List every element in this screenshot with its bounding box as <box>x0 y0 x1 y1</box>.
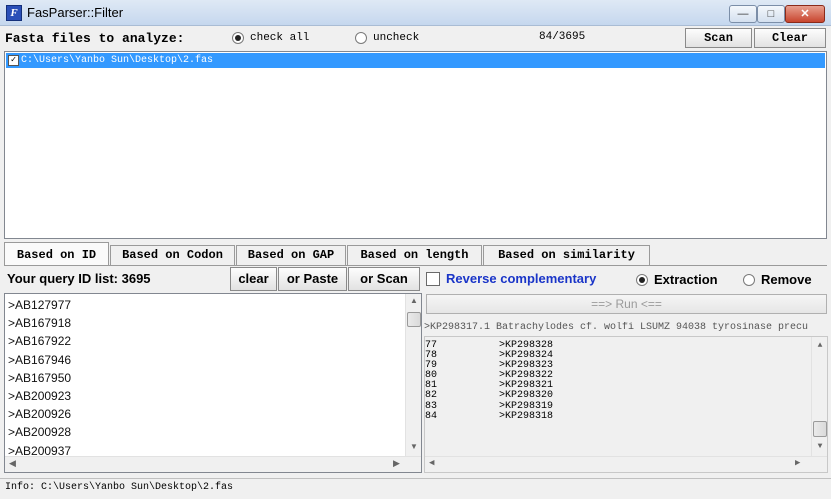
row-id: >KP298318 <box>499 410 554 422</box>
app-icon: F <box>6 5 22 21</box>
result-vscrollbar[interactable]: ▲ ▼ <box>811 337 827 456</box>
clear-ids-button[interactable]: clear <box>230 267 277 291</box>
table-row: 77 >KP298328 <box>425 340 805 351</box>
minimize-button[interactable]: — <box>729 5 757 23</box>
scroll-left-icon[interactable]: ◀ <box>9 458 16 469</box>
scroll-up-icon[interactable]: ▲ <box>406 294 422 308</box>
file-path: C:\Users\Yanbo Sun\Desktop\2.fas <box>21 55 214 66</box>
scrollbar-thumb[interactable] <box>407 312 421 327</box>
scroll-right-icon[interactable]: ▶ <box>795 458 800 468</box>
scroll-right-icon[interactable]: ▶ <box>393 458 400 469</box>
scroll-down-icon[interactable]: ▼ <box>406 440 422 454</box>
result-rows: 77 >KP298328 78 >KP298324 79 >KP298323 80 >K… <box>425 340 805 422</box>
file-list-item[interactable]: ✓ C:\Users\Yanbo Sun\Desktop\2.fas <box>6 53 825 68</box>
query-id-count-label: Your query ID list: 3695 <box>7 271 151 286</box>
table-row: 81 >KP298321 <box>425 381 805 391</box>
close-button[interactable]: ✕ <box>785 5 825 23</box>
scrollbar-thumb[interactable] <box>813 421 827 437</box>
uncheck-radio[interactable]: uncheck <box>355 32 419 44</box>
tab-based-on-id[interactable]: Based on ID <box>4 242 109 266</box>
table-row: 80 >KP298322 <box>425 371 805 381</box>
id-list-vscrollbar[interactable]: ▲ ▼ <box>405 294 421 456</box>
reverse-complementary-label: Reverse complementary <box>446 271 597 286</box>
reverse-complementary-checkbox[interactable]: Reverse complementary <box>426 271 596 286</box>
tab-divider <box>4 265 827 266</box>
radio-unchecked-icon <box>355 32 367 44</box>
table-row: 78 >KP298324 <box>425 350 805 361</box>
fasta-files-label: Fasta files to analyze: <box>5 31 185 46</box>
extraction-radio[interactable]: Extraction <box>636 272 718 287</box>
check-all-label: check all <box>250 32 310 44</box>
id-items: >AB127977 >AB167918 >AB167922 >AB167946 … <box>8 296 403 460</box>
window-title: FasParser::Filter <box>27 5 124 20</box>
extraction-label: Extraction <box>654 272 718 287</box>
radio-checked-icon <box>636 273 648 286</box>
file-count: 84/3695 <box>539 31 586 43</box>
maximize-button[interactable]: □ <box>757 5 785 23</box>
list-item[interactable]: >AB200923 <box>8 387 403 405</box>
checkbox-unchecked-icon[interactable] <box>426 271 440 286</box>
scroll-down-icon[interactable]: ▼ <box>812 440 828 454</box>
remove-radio[interactable]: Remove <box>743 272 812 287</box>
tab-based-on-length[interactable]: Based on length <box>347 245 482 265</box>
remove-label: Remove <box>761 272 812 287</box>
list-item[interactable]: >AB200926 <box>8 405 403 423</box>
scroll-up-icon[interactable]: ▲ <box>812 339 828 353</box>
radio-unchecked-icon <box>743 273 755 286</box>
uncheck-label: uncheck <box>373 32 420 44</box>
list-item[interactable]: >AB167950 <box>8 369 403 387</box>
list-item[interactable]: >AB167946 <box>8 351 403 369</box>
tab-based-on-codon[interactable]: Based on Codon <box>110 245 235 265</box>
clear-files-button[interactable]: Clear <box>754 28 826 48</box>
result-list[interactable]: 77 >KP298328 78 >KP298324 79 >KP298323 80 >K… <box>424 336 828 473</box>
query-id-list[interactable]: >AB127977 >AB167918 >AB167922 >AB167946 … <box>4 293 422 473</box>
list-item[interactable]: >AB167922 <box>8 332 403 350</box>
tab-based-on-similarity[interactable]: Based on similarity <box>483 245 650 265</box>
radio-checked-icon <box>232 32 244 44</box>
table-row: 82 >KP298320 <box>425 391 805 401</box>
paste-ids-button[interactable]: or Paste <box>278 267 347 291</box>
result-header: >KP298317.1 Batrachylodes cf. wolfi LSUM… <box>424 322 809 333</box>
run-button[interactable]: ==> Run <== <box>426 294 827 314</box>
check-all-radio[interactable]: check all <box>232 32 309 44</box>
title-bar: F FasParser::Filter — □ ✕ <box>0 0 831 26</box>
list-item[interactable]: >AB127977 <box>8 296 403 314</box>
table-row: 84 >KP298318 <box>425 410 805 422</box>
scroll-left-icon[interactable]: ◀ <box>429 458 434 468</box>
id-list-hscrollbar[interactable]: ◀ ▶ <box>5 456 421 472</box>
list-item[interactable]: >AB167918 <box>8 314 403 332</box>
row-number: 84 <box>425 410 438 422</box>
status-bar: Info: C:\Users\Yanbo Sun\Desktop\2.fas <box>0 478 831 499</box>
scan-ids-button[interactable]: or Scan <box>348 267 420 291</box>
table-row: 79 >KP298323 <box>425 361 805 371</box>
scan-button[interactable]: Scan <box>685 28 752 48</box>
fasta-file-list[interactable]: ✓ C:\Users\Yanbo Sun\Desktop\2.fas <box>4 51 827 239</box>
result-hscrollbar[interactable]: ◀ ▶ <box>425 456 827 472</box>
list-item[interactable]: >AB200928 <box>8 423 403 441</box>
tab-based-on-gap[interactable]: Based on GAP <box>236 245 346 265</box>
table-row: 83 >KP298319 <box>425 401 805 412</box>
checkbox-checked-icon[interactable]: ✓ <box>8 55 19 66</box>
